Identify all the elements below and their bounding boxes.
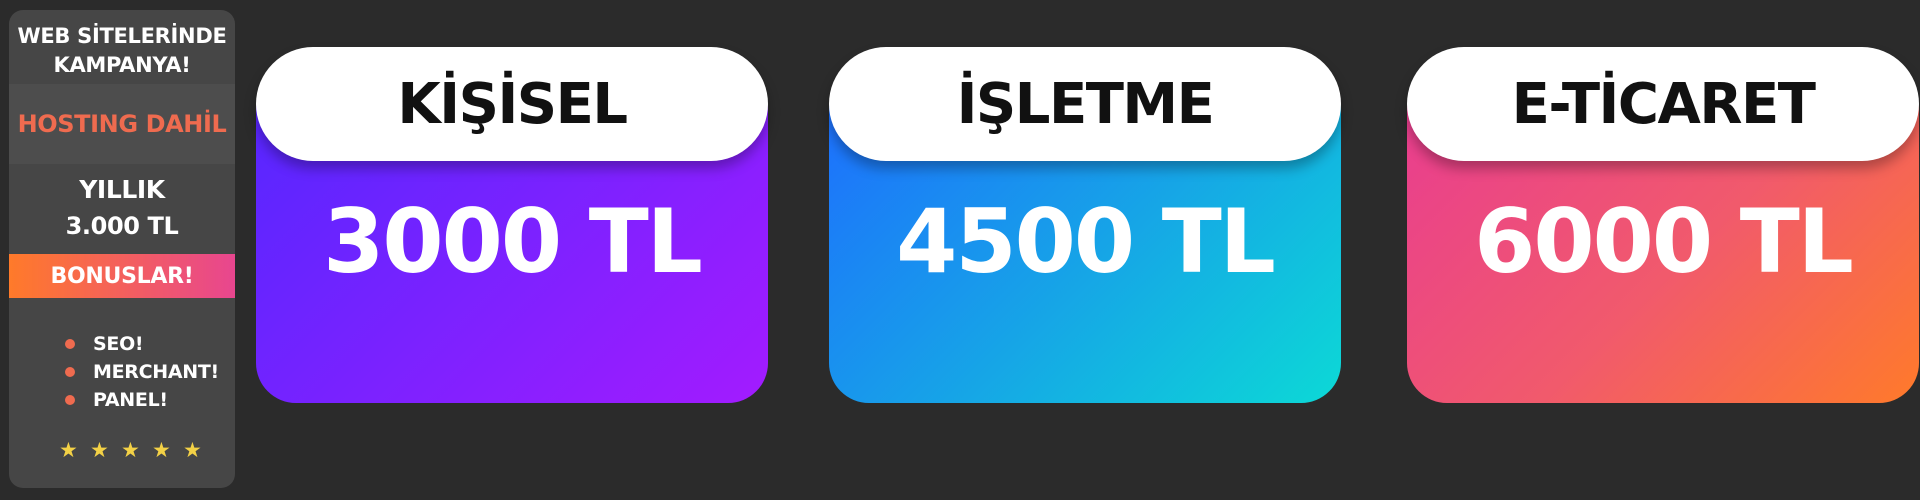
plan-header: E-TİCARET <box>1407 47 1919 161</box>
star-rating: ★ ★ ★ ★ ★ <box>59 440 214 461</box>
plan-name: KİŞİSEL <box>397 71 628 137</box>
bullet-icon <box>65 367 75 377</box>
plan-card-isletme[interactable]: İŞLETME 4500 TL <box>829 47 1341 403</box>
feature-label: MERCHANT! <box>93 361 219 383</box>
star-icon: ★ <box>121 438 140 462</box>
plan-price: 4500 TL <box>896 190 1276 293</box>
plan-card-e-ticaret[interactable]: E-TİCARET 6000 TL <box>1407 47 1919 403</box>
plan-price: 3000 TL <box>323 190 703 293</box>
bullet-icon <box>65 395 75 405</box>
feature-list: SEO! MERCHANT! PANEL! <box>65 330 219 414</box>
hosting-band: HOSTING DAHİL <box>9 84 235 164</box>
star-icon: ★ <box>59 438 78 462</box>
star-icon: ★ <box>152 438 171 462</box>
plan-card-kisisel[interactable]: KİŞİSEL 3000 TL <box>256 47 768 403</box>
bonus-label: BONUSLAR! <box>50 263 194 289</box>
plan-name: E-TİCARET <box>1511 71 1816 137</box>
plan-header: KİŞİSEL <box>256 47 768 161</box>
promo-sidebar: WEB SİTELERİNDE KAMPANYA! HOSTING DAHİL … <box>9 10 235 488</box>
feature-item: SEO! <box>65 330 219 358</box>
yearly-price: 3.000 TL <box>65 212 179 240</box>
feature-item: MERCHANT! <box>65 358 219 386</box>
plan-name: İŞLETME <box>956 71 1215 137</box>
star-icon: ★ <box>90 438 109 462</box>
star-icon: ★ <box>183 438 202 462</box>
feature-item: PANEL! <box>65 386 219 414</box>
plan-header: İŞLETME <box>829 47 1341 161</box>
yearly-price-block: YILLIK 3.000 TL <box>9 172 235 244</box>
hosting-label: HOSTING DAHİL <box>17 110 227 138</box>
yearly-label: YILLIK <box>79 175 165 204</box>
plan-price: 6000 TL <box>1474 190 1854 293</box>
feature-label: PANEL! <box>93 389 168 411</box>
promo-title: WEB SİTELERİNDE KAMPANYA! <box>17 24 227 77</box>
feature-label: SEO! <box>93 333 144 355</box>
bullet-icon <box>65 339 75 349</box>
bonus-band: BONUSLAR! <box>9 254 235 298</box>
